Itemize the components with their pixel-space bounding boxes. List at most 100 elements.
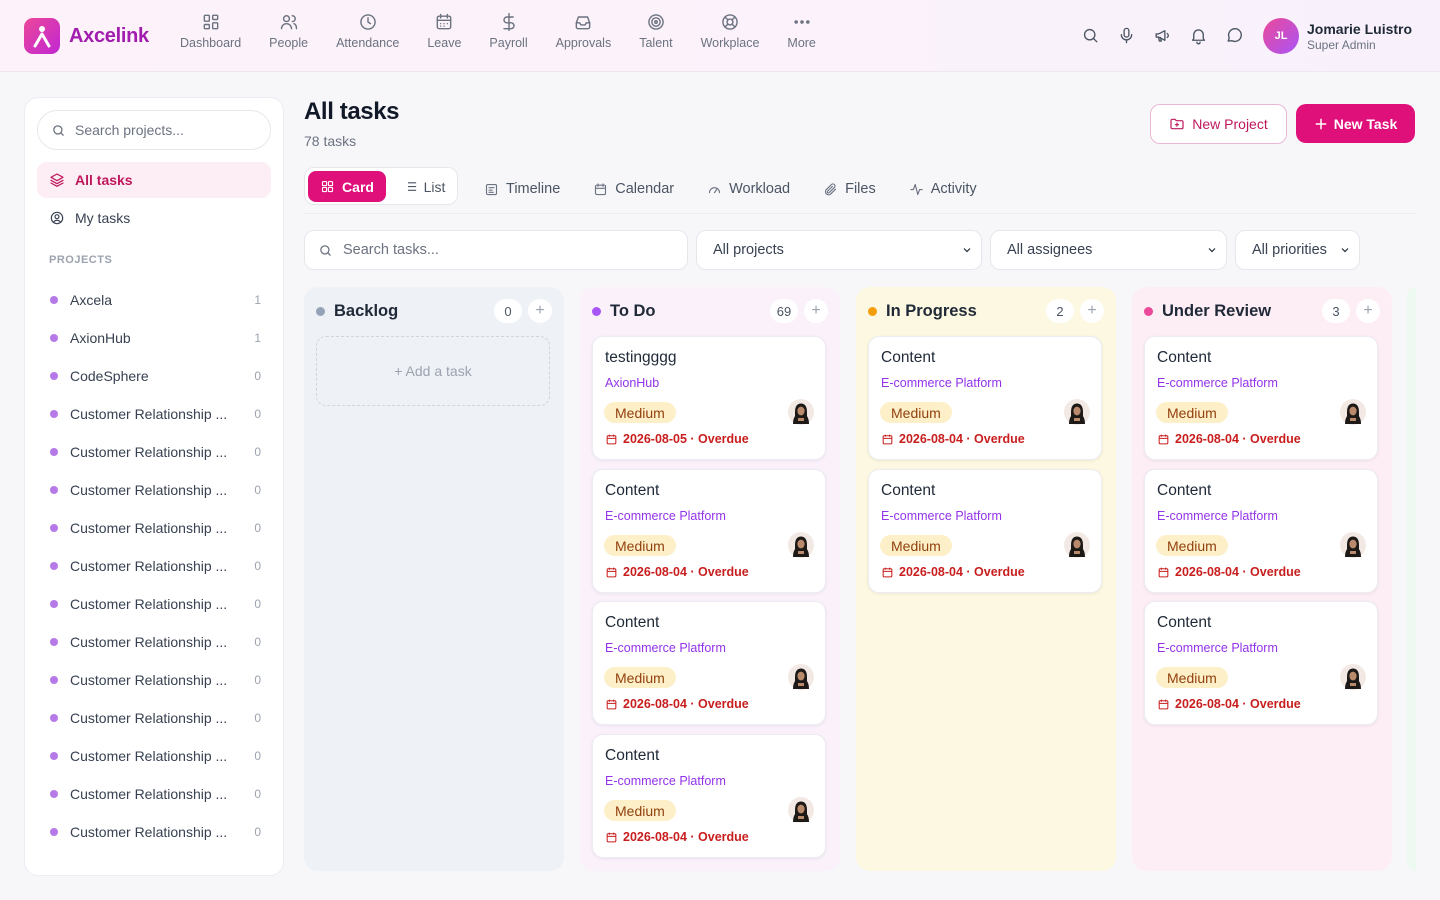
assignee-avatar[interactable] [788, 399, 814, 425]
task-card[interactable]: Content E-commerce Platform Medium 2026-08-… [1144, 336, 1378, 460]
task-card[interactable]: Content E-commerce Platform Medium 2026-08-… [592, 734, 826, 858]
project-task-count: 0 [254, 635, 261, 649]
add-card-icon[interactable]: + [1080, 299, 1104, 323]
assignee-avatar[interactable] [1340, 532, 1366, 558]
assignee-filter-select[interactable]: All assignees [990, 230, 1227, 270]
nav-payroll[interactable]: Payroll [475, 12, 541, 50]
view-list-button[interactable]: List [395, 171, 453, 202]
project-filter-select[interactable]: All projects [696, 230, 982, 270]
task-project-link[interactable]: E-commerce Platform [1157, 376, 1278, 390]
sidebar-project-item[interactable]: Axcela 1 [37, 281, 271, 319]
sidebar-project-item[interactable]: Customer Relationship ... 0 [37, 661, 271, 699]
task-project-link[interactable]: E-commerce Platform [1157, 641, 1278, 655]
sidebar-project-item[interactable]: Customer Relationship ... 0 [37, 547, 271, 585]
sidebar-project-item[interactable]: Customer Relationship ... 0 [37, 509, 271, 547]
task-project-link[interactable]: E-commerce Platform [605, 774, 726, 788]
assignee-avatar[interactable] [1064, 399, 1090, 425]
due-date: 2026-08-05 · Overdue [605, 432, 749, 446]
due-date-text: 2026-08-04 · Overdue [623, 565, 749, 579]
assignee-avatar[interactable] [1064, 532, 1090, 558]
sidebar-project-item[interactable]: Customer Relationship ... 0 [37, 813, 271, 851]
nav-leave[interactable]: Leave [413, 12, 475, 50]
microphone-icon[interactable] [1116, 24, 1136, 46]
sidebar-project-item[interactable]: Customer Relationship ... 0 [37, 775, 271, 813]
project-name: Customer Relationship ... [70, 710, 228, 726]
plus-icon [1315, 118, 1327, 129]
task-card[interactable]: testingggg AxionHub Medium 2026-08-05 · Ove… [592, 336, 826, 460]
sidebar-project-item[interactable]: Customer Relationship ... 0 [37, 699, 271, 737]
task-card[interactable]: Content E-commerce Platform Medium 2026-08-… [1144, 601, 1378, 725]
task-project-link[interactable]: AxionHub [605, 376, 659, 390]
add-card-icon[interactable]: + [528, 299, 552, 323]
tab-calendar[interactable]: Calendar [593, 181, 674, 197]
megaphone-icon[interactable] [1152, 24, 1172, 46]
column-count-badge: 3 [1322, 299, 1350, 323]
task-card[interactable]: Content E-commerce Platform Medium 2026-08-… [868, 336, 1102, 460]
new-project-button[interactable]: New Project [1150, 104, 1287, 144]
calendar-icon [606, 567, 617, 577]
task-project-link[interactable]: E-commerce Platform [605, 641, 726, 655]
task-card[interactable]: Content E-commerce Platform Medium 2026-08-… [592, 469, 826, 593]
priority-filter-select[interactable]: All priorities [1235, 230, 1360, 270]
tab-workload[interactable]: Workload [707, 181, 790, 197]
project-color-dot [50, 600, 58, 608]
assignee-avatar[interactable] [788, 532, 814, 558]
due-date-text: 2026-08-04 · Overdue [899, 432, 1025, 446]
search-icon[interactable] [1080, 24, 1100, 46]
sidebar-project-item[interactable]: AxionHub 1 [37, 319, 271, 357]
nav-people[interactable]: People [255, 12, 322, 50]
project-name: Customer Relationship ... [70, 558, 228, 574]
sidebar-project-item[interactable]: Customer Relationship ... 0 [37, 585, 271, 623]
task-card[interactable]: Content E-commerce Platform Medium 2026-08-… [1144, 469, 1378, 593]
calendar-icon [606, 434, 617, 444]
assignee-avatar[interactable] [1340, 664, 1366, 690]
sidebar-project-item[interactable]: CodeSphere 0 [37, 357, 271, 395]
task-card[interactable]: Content E-commerce Platform Medium 2026-08-… [868, 469, 1102, 593]
new-task-label: New Task [1333, 115, 1398, 132]
sidebar-project-item[interactable]: Customer Relationship ... 0 [37, 471, 271, 509]
add-task-button[interactable]: + Add a task [316, 336, 550, 406]
tab-timeline[interactable]: Timeline [484, 181, 560, 197]
assignee-avatar[interactable] [1340, 399, 1366, 425]
nav-approvals[interactable]: Approvals [542, 12, 626, 50]
chat-icon[interactable] [1224, 24, 1244, 46]
project-name: AxionHub [70, 330, 131, 346]
nav-workplace[interactable]: Workplace [687, 12, 774, 50]
task-project-link[interactable]: E-commerce Platform [1157, 509, 1278, 523]
view-card-button[interactable]: Card [308, 171, 386, 202]
task-project-link[interactable]: E-commerce Platform [881, 376, 1002, 390]
add-card-icon[interactable]: + [804, 299, 828, 323]
nav-talent-label: Talent [639, 36, 673, 50]
task-project-link[interactable]: E-commerce Platform [881, 509, 1002, 523]
tab-activity[interactable]: Activity [909, 181, 977, 197]
main-nav: Dashboard People Attendance Leave Payrol… [166, 12, 830, 50]
sidebar-project-item[interactable]: Customer Relationship ... 0 [37, 433, 271, 471]
sidebar-project-item[interactable]: Customer Relationship ... 0 [37, 737, 271, 775]
user-menu[interactable]: JL Jomarie Luistro Super Admin [1263, 18, 1412, 54]
sidebar-item-my-tasks[interactable]: My tasks [37, 200, 271, 236]
tab-files[interactable]: Files [823, 181, 876, 197]
add-card-icon[interactable]: + [1356, 299, 1380, 323]
new-task-button[interactable]: New Task [1296, 104, 1415, 143]
assignee-avatar[interactable] [788, 797, 814, 823]
brand-logo[interactable]: Axcelink [24, 18, 149, 54]
bell-icon[interactable] [1188, 24, 1208, 46]
sidebar-item-all-tasks[interactable]: All tasks [37, 162, 271, 198]
nav-dashboard[interactable]: Dashboard [166, 12, 255, 50]
due-date: 2026-08-04 · Overdue [1157, 565, 1301, 579]
nav-talent[interactable]: Talent [625, 12, 686, 50]
nav-more[interactable]: More [773, 12, 829, 50]
search-projects-input[interactable]: Search projects... [37, 110, 271, 150]
task-card[interactable]: Content E-commerce Platform Medium 2026-08-… [592, 601, 826, 725]
task-project-link[interactable]: E-commerce Platform [605, 509, 726, 523]
assignee-avatar[interactable] [788, 664, 814, 690]
top-navbar: Axcelink Dashboard People Attendance Lea… [0, 0, 1440, 72]
project-color-dot [50, 714, 58, 722]
nav-attendance[interactable]: Attendance [322, 12, 413, 50]
project-color-dot [50, 296, 58, 304]
sidebar-project-item[interactable]: Customer Relationship ... 0 [37, 395, 271, 433]
sidebar-project-item[interactable]: Customer Relationship ... 0 [37, 623, 271, 661]
due-date-text: 2026-08-04 · Overdue [623, 697, 749, 711]
task-title: Content [881, 482, 936, 499]
search-tasks-input[interactable]: Search tasks... [304, 230, 688, 270]
